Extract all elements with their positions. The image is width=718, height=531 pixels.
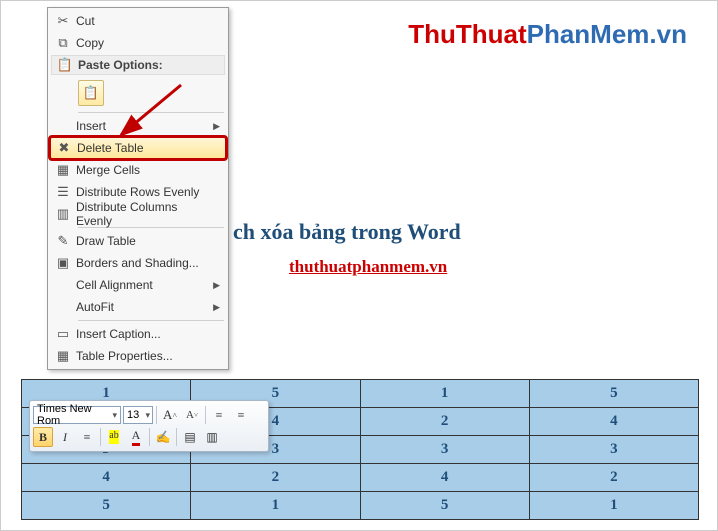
document-link[interactable]: thuthuatphanmem.vn <box>289 257 447 277</box>
borders-icon: ▣ <box>50 255 76 271</box>
format-painter-button[interactable]: ✍ <box>153 427 173 447</box>
font-name-combo[interactable]: Times New Rom <box>33 406 121 424</box>
scissors-icon: ✂ <box>50 13 76 29</box>
table-cell[interactable]: 5 <box>360 492 529 520</box>
submenu-arrow-icon: ▶ <box>213 121 220 132</box>
insert-col-button[interactable]: ▥ <box>202 427 222 447</box>
table-cell[interactable]: 4 <box>360 464 529 492</box>
table-cell[interactable]: 2 <box>191 464 360 492</box>
submenu-arrow-icon: ▶ <box>213 302 220 313</box>
copy-icon: ⧉ <box>50 35 76 51</box>
menu-insert-caption[interactable]: ▭ Insert Caption... <box>50 323 226 345</box>
menu-paste-options-header: 📋 Paste Options: <box>51 55 225 75</box>
table-cell[interactable]: 4 <box>529 408 698 436</box>
submenu-arrow-icon: ▶ <box>213 280 220 291</box>
grow-font-button[interactable]: A˄ <box>160 405 180 425</box>
table-cell[interactable]: 2 <box>360 408 529 436</box>
menu-cut[interactable]: ✂ Cut <box>50 10 226 32</box>
table-cell[interactable]: 1 <box>529 492 698 520</box>
font-color-button[interactable]: A <box>126 427 146 447</box>
highlight-color-button[interactable]: ab <box>104 427 124 447</box>
table-props-icon: ▦ <box>50 348 76 364</box>
paste-keep-source-button[interactable]: 📋 <box>78 80 104 106</box>
menu-distribute-columns[interactable]: ▥ Distribute Columns Evenly <box>50 203 226 225</box>
shrink-font-button[interactable]: A˅ <box>182 405 202 425</box>
table-cell[interactable]: 5 <box>22 492 191 520</box>
table-cell[interactable]: 3 <box>529 436 698 464</box>
menu-draw-table[interactable]: ✎ Draw Table <box>50 230 226 252</box>
table-cell[interactable]: 1 <box>191 492 360 520</box>
bold-button[interactable]: B <box>33 427 53 447</box>
table-row[interactable]: 4242 <box>22 464 699 492</box>
font-size-combo[interactable]: 13 <box>123 406 153 424</box>
increase-indent-button[interactable]: ≡ <box>231 405 251 425</box>
decrease-indent-button[interactable]: ≡ <box>209 405 229 425</box>
menu-borders-shading[interactable]: ▣ Borders and Shading... <box>50 252 226 274</box>
caption-icon: ▭ <box>50 326 76 342</box>
table-cell[interactable]: 5 <box>529 380 698 408</box>
mini-format-toolbar: Times New Rom 13 A˄ A˅ ≡ ≡ B I ≡ ab A ✍ … <box>29 400 269 452</box>
table-cell[interactable]: 4 <box>22 464 191 492</box>
menu-autofit[interactable]: AutoFit ▶ <box>50 296 226 318</box>
clipboard-icon: 📋 <box>52 57 78 73</box>
pencil-icon: ✎ <box>50 233 76 249</box>
table-cell[interactable]: 3 <box>360 436 529 464</box>
table-context-menu: ✂ Cut ⧉ Copy 📋 Paste Options: 📋 Insert ▶… <box>47 7 229 370</box>
table-cell[interactable]: 1 <box>360 380 529 408</box>
menu-merge-cells[interactable]: ▦ Merge Cells <box>50 159 226 181</box>
italic-button[interactable]: I <box>55 427 75 447</box>
delete-table-icon: ✖ <box>51 140 77 156</box>
menu-table-properties[interactable]: ▦ Table Properties... <box>50 345 226 367</box>
document-heading: ch xóa bảng trong Word <box>233 219 461 245</box>
insert-row-button[interactable]: ▤ <box>180 427 200 447</box>
watermark-logo: ThuThuatPhanMem.vn <box>408 19 687 50</box>
merge-cells-icon: ▦ <box>50 162 76 178</box>
distribute-rows-icon: ☰ <box>50 184 76 200</box>
annotation-arrow <box>111 79 191 149</box>
distribute-cols-icon: ▥ <box>50 206 76 222</box>
table-row[interactable]: 5151 <box>22 492 699 520</box>
align-center-button[interactable]: ≡ <box>77 427 97 447</box>
menu-cell-alignment[interactable]: Cell Alignment ▶ <box>50 274 226 296</box>
menu-copy[interactable]: ⧉ Copy <box>50 32 226 54</box>
table-cell[interactable]: 2 <box>529 464 698 492</box>
